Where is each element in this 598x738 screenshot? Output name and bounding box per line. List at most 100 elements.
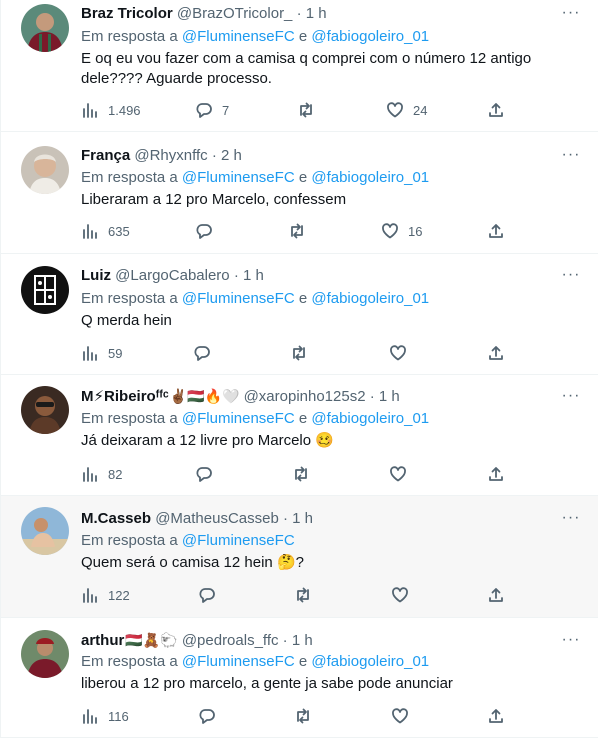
display-name[interactable]: Braz Tricolor [81, 5, 173, 22]
reply-button[interactable] [198, 706, 225, 726]
timestamp[interactable]: 1 h [379, 388, 400, 405]
display-name[interactable]: arthur [81, 632, 124, 649]
avatar-image [21, 146, 69, 194]
share-button[interactable] [487, 343, 505, 363]
like-count: 24 [413, 102, 428, 118]
retweet-button[interactable] [294, 706, 321, 726]
like-button[interactable]: 16 [381, 221, 422, 241]
emoji: 🥴 [315, 432, 334, 449]
more-icon[interactable]: ··· [560, 510, 582, 531]
display-name[interactable]: M.Casseb [81, 510, 151, 527]
mention-link[interactable]: @fabiogoleiro_01 [311, 290, 429, 307]
like-button[interactable] [389, 464, 416, 484]
retweet-button[interactable] [288, 221, 315, 241]
views-button[interactable]: 1.496 [81, 100, 141, 120]
retweet-icon [295, 466, 307, 482]
display-name[interactable]: França [81, 147, 130, 164]
avatar[interactable] [21, 266, 69, 314]
name-emoji: 🇭🇺🧸🐑 [125, 632, 178, 648]
tweet-text: Liberaram a 12 pro Marcelo, confessem [81, 191, 347, 208]
tweet-text: liberou a 12 pro marcelo, a gente ja sab… [81, 675, 453, 692]
views-button[interactable]: 116 [81, 706, 129, 726]
tweet-header: França @Rhyxnffc · 2 h [81, 147, 242, 164]
user-handle[interactable]: @Rhyxnffc [134, 147, 207, 164]
retweet-button[interactable] [292, 464, 319, 484]
mention-link[interactable]: @fabiogoleiro_01 [311, 410, 429, 427]
mention-link[interactable]: @fabiogoleiro_01 [311, 653, 429, 670]
retweet-icon [297, 587, 309, 603]
share-icon [489, 709, 503, 723]
tweet-header: Braz Tricolor @BrazOTricolor_ · 1 h [81, 5, 327, 22]
retweet-button[interactable] [294, 585, 321, 605]
tweet[interactable]: Luiz @LargoCabalero · 1 h ··· Em respost… [1, 254, 598, 375]
display-name[interactable]: Luiz [81, 267, 111, 284]
reply-button[interactable] [193, 343, 220, 363]
reply-button[interactable]: 7 [195, 100, 229, 120]
like-button[interactable] [391, 585, 418, 605]
views-button[interactable]: 635 [81, 221, 130, 241]
more-icon[interactable]: ··· [560, 147, 582, 168]
views-count: 635 [108, 223, 130, 239]
like-icon [390, 466, 406, 482]
avatar[interactable] [21, 146, 69, 194]
more-icon[interactable]: ··· [560, 267, 582, 288]
reply-button[interactable] [195, 221, 222, 241]
views-button[interactable]: 122 [81, 585, 130, 605]
retweet-button[interactable] [290, 343, 317, 363]
avatar[interactable] [21, 4, 69, 52]
like-button[interactable] [389, 343, 416, 363]
share-button[interactable] [487, 100, 505, 120]
user-handle[interactable]: @pedroals_ffc [182, 632, 279, 649]
user-handle[interactable]: @BrazOTricolor_ [177, 5, 293, 22]
avatar[interactable] [21, 386, 69, 434]
tweet[interactable]: M.Casseb @MatheusCasseb · 1 h ··· Em res… [1, 496, 598, 618]
mention-link[interactable]: @FluminenseFC [182, 28, 295, 45]
tweet[interactable]: Braz Tricolor @BrazOTricolor_ · 1 h ··· … [1, 0, 598, 132]
timestamp[interactable]: 1 h [306, 5, 327, 22]
timestamp[interactable]: 1 h [243, 267, 264, 284]
timestamp[interactable]: 1 h [292, 510, 313, 527]
mention-link[interactable]: @FluminenseFC [182, 532, 295, 549]
retweet-button[interactable] [297, 100, 324, 120]
views-count: 59 [108, 345, 123, 361]
share-button[interactable] [487, 464, 505, 484]
mention-link[interactable]: @FluminenseFC [182, 169, 295, 186]
tweet-text: E oq eu vou fazer com a camisa q comprei… [81, 50, 532, 87]
like-button[interactable] [391, 706, 418, 726]
mention-link[interactable]: @FluminenseFC [182, 290, 295, 307]
timestamp[interactable]: 2 h [221, 147, 242, 164]
mention-link[interactable]: @FluminenseFC [182, 410, 295, 427]
views-button[interactable]: 82 [81, 464, 122, 484]
tweet[interactable]: França @Rhyxnffc · 2 h ··· Em resposta a… [1, 132, 598, 254]
avatar[interactable] [21, 630, 69, 678]
like-button[interactable]: 24 [386, 100, 427, 120]
user-handle[interactable]: @LargoCabalero [115, 267, 229, 284]
avatar-image [21, 4, 69, 52]
share-button[interactable] [487, 706, 505, 726]
mention-link[interactable]: @fabiogoleiro_01 [311, 169, 429, 186]
timestamp[interactable]: 1 h [292, 632, 313, 649]
reply-button[interactable] [195, 464, 222, 484]
display-name[interactable]: M⚡Ribeiroᶠᶠᶜ [81, 388, 169, 405]
more-icon[interactable]: ··· [560, 5, 582, 26]
reply-icon [199, 588, 215, 603]
share-icon [489, 103, 503, 117]
more-icon[interactable]: ··· [560, 632, 582, 653]
share-button[interactable] [487, 585, 505, 605]
views-button[interactable]: 59 [81, 343, 122, 363]
tweet[interactable]: M⚡Ribeiroᶠᶠᶜ✌🏾🇭🇺🔥🤍 @xaropinho125s2 · 1 h… [1, 375, 598, 496]
avatar[interactable] [21, 507, 69, 555]
tweet[interactable]: arthur🇭🇺🧸🐑 @pedroals_ffc · 1 h ··· Em re… [1, 618, 598, 738]
avatar-image [21, 266, 69, 314]
more-icon[interactable]: ··· [560, 388, 582, 409]
reply-button[interactable] [198, 585, 225, 605]
user-handle[interactable]: @MatheusCasseb [155, 510, 279, 527]
user-handle[interactable]: @xaropinho125s2 [244, 388, 366, 405]
mention-link[interactable]: @FluminenseFC [182, 653, 295, 670]
mention-link[interactable]: @fabiogoleiro_01 [311, 28, 429, 45]
like-icon [392, 587, 408, 603]
views-icon [83, 588, 97, 603]
share-button[interactable] [487, 221, 505, 241]
like-icon [390, 345, 406, 361]
tweet-header: M⚡Ribeiroᶠᶠᶜ✌🏾🇭🇺🔥🤍 @xaropinho125s2 · 1 h [81, 388, 400, 405]
